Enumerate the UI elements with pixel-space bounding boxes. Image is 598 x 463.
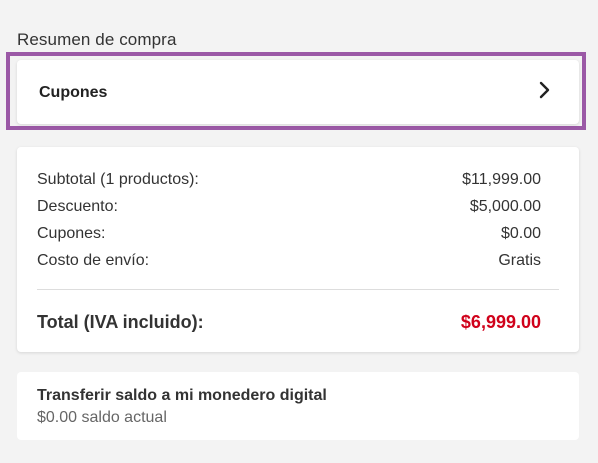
discount-value: $5,000.00 <box>469 198 541 215</box>
subtotal-label: Subtotal (1 productos): <box>37 171 199 188</box>
total-row: Total (IVA incluido): $6,999.00 <box>37 312 541 336</box>
wallet-transfer-card[interactable]: Transferir saldo a mi monedero digital $… <box>17 372 579 440</box>
coupons-label: Cupones <box>39 84 108 101</box>
subtotal-row: Subtotal (1 productos): $11,999.00 <box>37 171 541 193</box>
wallet-transfer-title: Transferir saldo a mi monedero digital <box>37 387 327 404</box>
summary-divider <box>37 289 559 290</box>
coupons-row-label: Cupones: <box>37 225 106 242</box>
chevron-right-icon <box>537 81 553 99</box>
summary-title: Resumen de compra <box>17 30 177 49</box>
order-summary-card: Subtotal (1 productos): $11,999.00 Descu… <box>17 147 579 352</box>
shipping-row: Costo de envío: Gratis <box>37 252 541 274</box>
coupons-row-value: $0.00 <box>500 225 541 242</box>
shipping-label: Costo de envío: <box>37 252 150 269</box>
coupons-row: Cupones: $0.00 <box>37 225 541 247</box>
discount-label: Descuento: <box>37 198 118 215</box>
coupons-button[interactable]: Cupones <box>17 60 579 124</box>
total-value: $6,999.00 <box>460 312 541 332</box>
shipping-value: Gratis <box>498 252 541 269</box>
subtotal-value: $11,999.00 <box>462 171 541 188</box>
discount-row: Descuento: $5,000.00 <box>37 198 541 220</box>
total-label: Total (IVA incluido): <box>37 312 204 332</box>
wallet-balance: $0.00 saldo actual <box>37 409 167 426</box>
